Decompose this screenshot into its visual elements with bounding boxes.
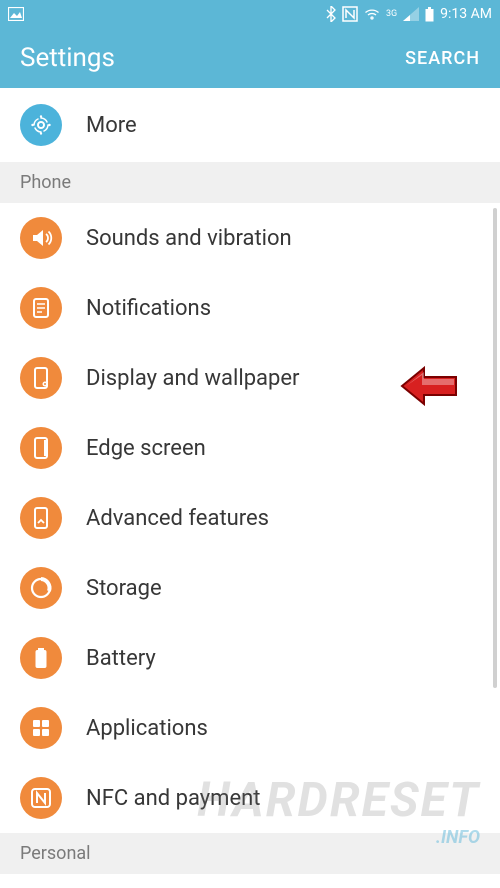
item-label: Notifications: [86, 296, 211, 321]
item-label: Battery: [86, 646, 156, 671]
item-label: Sounds and vibration: [86, 226, 292, 251]
list-item-edge[interactable]: Edge screen: [0, 413, 500, 483]
search-button[interactable]: SEARCH: [405, 48, 480, 69]
app-header: Settings SEARCH: [0, 28, 500, 88]
signal-icon: [403, 7, 419, 21]
list-item-themes[interactable]: Themes: [0, 874, 500, 888]
list-item-nfc[interactable]: NFC and payment: [0, 763, 500, 833]
section-header-phone: Phone: [0, 162, 500, 203]
item-label: Display and wallpaper: [86, 366, 300, 391]
storage-icon: [20, 567, 62, 609]
advanced-icon: [20, 497, 62, 539]
edge-icon: [20, 427, 62, 469]
wifi-icon: [364, 7, 380, 21]
scrollbar[interactable]: [493, 208, 497, 688]
list-item-more[interactable]: More: [0, 88, 500, 162]
notifications-icon: [20, 287, 62, 329]
applications-icon: [20, 707, 62, 749]
item-label: Applications: [86, 716, 208, 741]
list-item-applications[interactable]: Applications: [0, 693, 500, 763]
list-item-battery[interactable]: Battery: [0, 623, 500, 693]
sound-icon: [20, 217, 62, 259]
status-right: 3G 9:13 AM: [326, 6, 492, 22]
battery-icon: [20, 637, 62, 679]
status-left: [8, 7, 24, 21]
battery-status-icon: [425, 7, 434, 22]
item-label: Storage: [86, 576, 162, 601]
item-label: Advanced features: [86, 506, 269, 531]
item-label: Edge screen: [86, 436, 206, 461]
clock-label: 9:13 AM: [440, 6, 492, 22]
settings-list[interactable]: More Phone Sounds and vibration Notifica…: [0, 88, 500, 888]
network-type-label: 3G: [386, 9, 397, 19]
display-icon: [20, 357, 62, 399]
nfc-status-icon: [342, 6, 358, 22]
section-header-personal: Personal: [0, 833, 500, 874]
bluetooth-icon: [326, 6, 336, 22]
list-item-storage[interactable]: Storage: [0, 553, 500, 623]
page-title: Settings: [20, 43, 115, 73]
list-item-notifications[interactable]: Notifications: [0, 273, 500, 343]
item-label: More: [86, 113, 137, 138]
more-icon: [20, 104, 62, 146]
item-label: NFC and payment: [86, 786, 261, 811]
nfc-icon: [20, 777, 62, 819]
list-item-sounds[interactable]: Sounds and vibration: [0, 203, 500, 273]
list-item-advanced[interactable]: Advanced features: [0, 483, 500, 553]
picture-icon: [8, 7, 24, 21]
status-bar: 3G 9:13 AM: [0, 0, 500, 28]
list-item-display[interactable]: Display and wallpaper: [0, 343, 500, 413]
